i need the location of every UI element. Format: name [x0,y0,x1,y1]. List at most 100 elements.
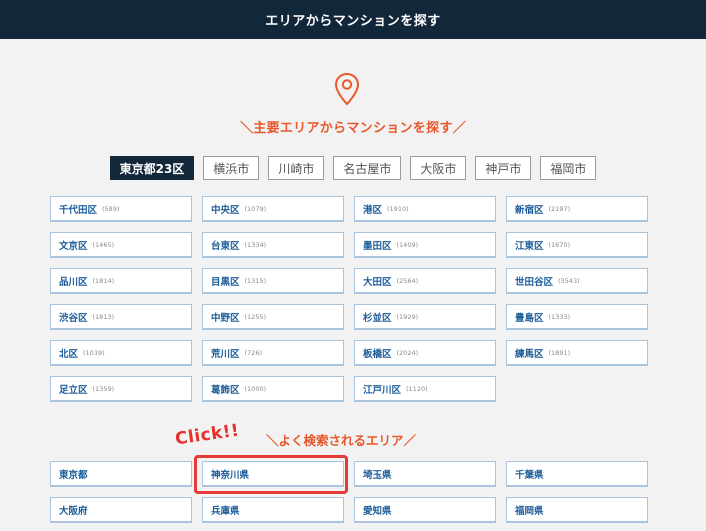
area-link-fukuoka[interactable]: 福岡県 [506,497,648,523]
area-name: 千葉県 [515,469,544,481]
click-annotation: Click!! [173,420,241,450]
ward-count: (1334) [244,240,267,249]
area-link-saitama[interactable]: 埼玉県 [354,461,496,487]
main-area-heading: ＼主要エリアからマンションを探す／ [239,121,467,136]
area-link-kanagawa[interactable]: 神奈川県 [202,461,344,487]
ward-name: 墨田区 [363,240,392,252]
ward-grid: 千代田区 (589) 中央区 (1079) 港区 (1910) 新宿区 (2197) 文… [50,196,648,402]
ward-name: 台東区 [211,240,240,252]
ward-name: 足立区 [59,384,88,396]
ward-count: (1910) [387,204,409,213]
area-link-osaka[interactable]: 大阪府 [50,497,192,523]
ward-link[interactable]: 中央区 (1079) [202,196,344,222]
area-link-chiba[interactable]: 千葉県 [506,461,648,487]
ward-name: 新宿区 [515,204,544,216]
ward-name: 文京区 [59,240,88,252]
city-tabs: 東京都23区 横浜市 川崎市 名古屋市 大阪市 神戸市 福岡市 [0,156,706,180]
area-name: 福岡県 [515,505,544,517]
ward-count: (1929) [396,312,419,321]
area-name: 愛知県 [363,505,392,517]
popular-area-heading: ＼よく検索されるエリア／ [266,433,417,448]
ward-name: 豊島区 [515,312,544,324]
page-header: エリアからマンションを探す [0,0,706,39]
area-link-hyogo[interactable]: 兵庫県 [202,497,344,523]
ward-name: 板橋区 [363,348,392,360]
ward-name: 品川区 [59,276,88,288]
area-name: 埼玉県 [363,469,392,481]
ward-count: (1039) [83,348,105,357]
ward-name: 練馬区 [515,348,544,360]
tab-kawasaki[interactable]: 川崎市 [268,156,325,180]
area-link-tokyo[interactable]: 東京都 [50,461,192,487]
area-name: 大阪府 [59,505,88,517]
tab-fukuoka[interactable]: 福岡市 [540,156,597,180]
ward-link[interactable]: 渋谷区 (1813) [50,304,192,330]
ward-link[interactable]: 台東区 (1334) [202,232,344,258]
area-name: 神奈川県 [211,469,250,481]
popular-area-grid: 東京都 神奈川県 埼玉県 千葉県 大阪府 兵庫県 愛知県 福岡県 [50,461,648,523]
ward-name: 渋谷区 [59,312,88,324]
ward-count: (1000) [244,384,267,393]
ward-count: (2024) [396,348,419,357]
ward-link[interactable]: 目黒区 (1315) [202,268,344,294]
ward-link[interactable]: 豊島区 (1333) [506,304,648,330]
ward-count: (1315) [244,276,267,285]
ward-count: (3543) [558,276,580,285]
ward-link[interactable]: 中野区 (1255) [202,304,344,330]
ward-name: 荒川区 [211,348,240,360]
tab-yokohama[interactable]: 横浜市 [203,156,260,180]
ward-link[interactable]: 千代田区 (589) [50,196,192,222]
ward-link[interactable]: 葛飾区 (1000) [202,376,344,402]
ward-link[interactable]: 江戸川区 (1120) [354,376,496,402]
ward-name: 目黒区 [211,276,240,288]
ward-name: 中野区 [211,312,240,324]
ward-count: (1465) [92,240,115,249]
tab-kobe[interactable]: 神戸市 [475,156,532,180]
ward-link[interactable]: 港区 (1910) [354,196,496,222]
ward-count: (1409) [396,240,419,249]
ward-link[interactable]: 荒川区 (726) [202,340,344,366]
ward-count: (2564) [396,276,419,285]
ward-name: 中央区 [211,204,240,216]
ward-name: 葛飾区 [211,384,240,396]
area-link-aichi[interactable]: 愛知県 [354,497,496,523]
ward-link[interactable]: 世田谷区 (3543) [506,268,648,294]
ward-name: 杉並区 [363,312,392,324]
ward-count: (589) [102,204,120,213]
ward-count: (1079) [244,204,267,213]
ward-name: 北区 [59,348,79,360]
ward-link[interactable]: 墨田区 (1409) [354,232,496,258]
ward-link[interactable]: 新宿区 (2197) [506,196,648,222]
area-name: 東京都 [59,469,88,481]
ward-name: 千代田区 [59,204,98,216]
tab-osaka[interactable]: 大阪市 [410,156,467,180]
ward-link[interactable]: 品川区 (1814) [50,268,192,294]
ward-link[interactable]: 足立区 (1359) [50,376,192,402]
ward-name: 江戸川区 [363,384,402,396]
header-title: エリアからマンションを探す [265,14,441,29]
ward-link[interactable]: 大田区 (2564) [354,268,496,294]
ward-count: (726) [244,348,262,357]
map-pin-icon [334,72,360,106]
ward-name: 江東区 [515,240,544,252]
ward-link[interactable]: 杉並区 (1929) [354,304,496,330]
area-name: 兵庫県 [211,505,240,517]
ward-link[interactable]: 板橋区 (2024) [354,340,496,366]
ward-count: (1813) [92,312,115,321]
ward-name: 港区 [363,204,383,216]
ward-count: (1670) [548,240,571,249]
ward-link[interactable]: 練馬区 (1891) [506,340,648,366]
ward-count: (1359) [92,384,115,393]
ward-count: (1120) [406,384,428,393]
ward-count: (1891) [548,348,571,357]
ward-link[interactable]: 江東区 (1670) [506,232,648,258]
tab-nagoya[interactable]: 名古屋市 [333,156,402,180]
ward-name: 大田区 [363,276,392,288]
ward-count: (1814) [92,276,115,285]
ward-link[interactable]: 文京区 (1465) [50,232,192,258]
tab-tokyo23[interactable]: 東京都23区 [109,156,195,180]
ward-link[interactable]: 北区 (1039) [50,340,192,366]
ward-name: 世田谷区 [515,276,554,288]
ward-count: (2197) [548,204,571,213]
ward-count: (1255) [244,312,267,321]
